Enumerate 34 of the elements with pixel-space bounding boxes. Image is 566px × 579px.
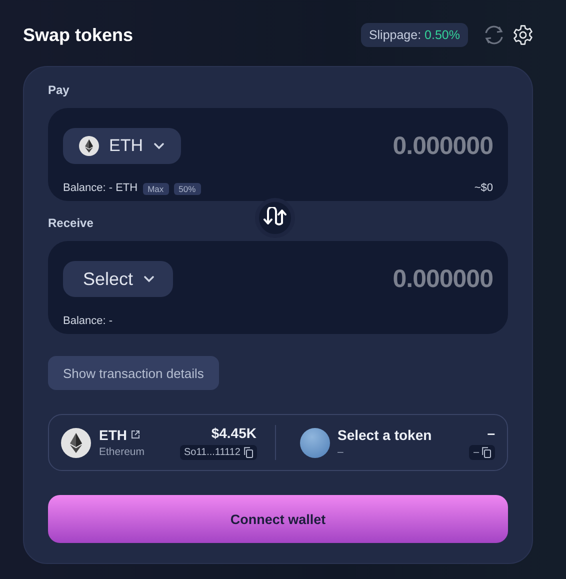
token-price: $4.45K	[211, 425, 256, 442]
amount-chip[interactable]: 50%	[174, 182, 201, 195]
page-title: Swap tokens	[23, 24, 134, 46]
token-symbol: ETH	[99, 426, 127, 444]
token-name: –	[338, 446, 344, 458]
token-price: –	[487, 425, 495, 442]
ethereum-icon	[79, 136, 99, 156]
address-copy-button[interactable]: So11...11112	[180, 444, 256, 460]
connect-wallet-button[interactable]: Connect wallet	[48, 495, 508, 543]
slippage-badge[interactable]: Slippage: 0.50%	[360, 22, 468, 48]
balance-text: Balance: -	[63, 315, 113, 328]
token-select-button[interactable]: Select	[63, 261, 174, 297]
amount-chip[interactable]: Max	[142, 182, 169, 195]
caret-icon	[143, 275, 156, 283]
settings-icon[interactable]	[512, 24, 534, 46]
external-link-icon[interactable]	[131, 430, 140, 440]
amount-input[interactable]: 0.000000	[392, 264, 493, 294]
balance-text: Balance: - ETH	[63, 182, 138, 195]
section-label: Receive	[48, 216, 94, 230]
token-symbol: Select a token	[338, 426, 432, 444]
amount-input[interactable]: 0.000000	[392, 132, 493, 160]
refresh-icon[interactable]	[482, 24, 506, 46]
token-name: Ethereum	[99, 446, 146, 458]
section-label: Pay	[48, 83, 70, 97]
token-select-button[interactable]: ETH	[63, 128, 181, 164]
caret-icon	[153, 142, 165, 150]
show-details-button[interactable]: Show transaction details	[48, 356, 219, 390]
copy-icon[interactable]	[482, 446, 491, 458]
address-copy-button[interactable]: –	[469, 444, 495, 460]
token-placeholder-icon	[300, 428, 330, 458]
swap-direction-button[interactable]	[255, 198, 295, 238]
usd-value: ~$0	[474, 182, 493, 195]
copy-icon[interactable]	[244, 446, 252, 458]
ethereum-icon	[61, 428, 91, 458]
